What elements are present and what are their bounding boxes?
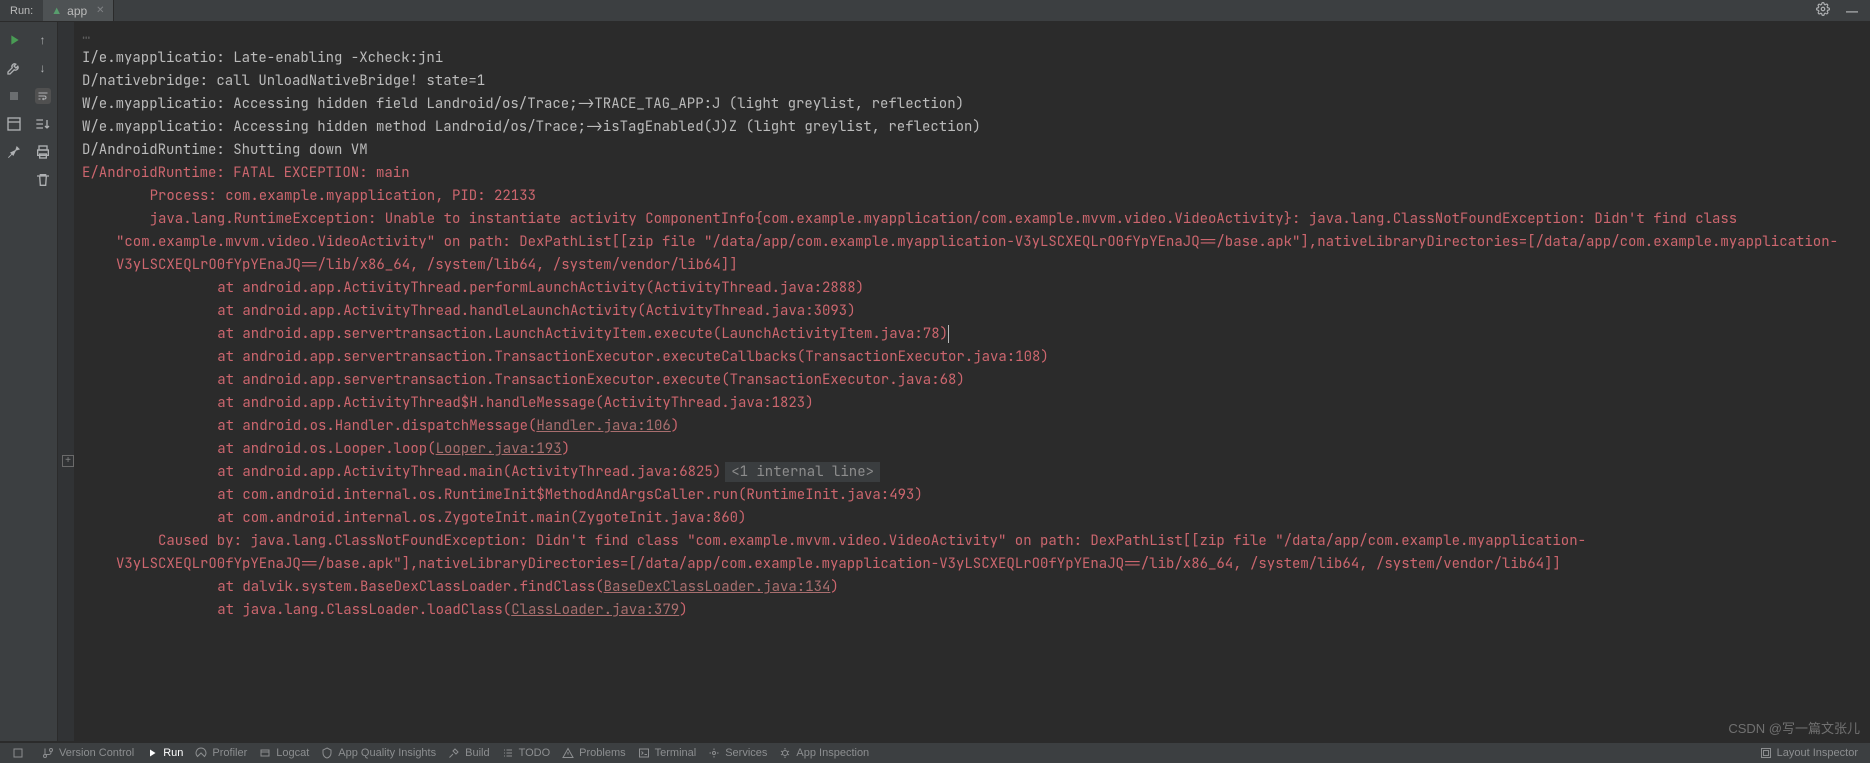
bottom-item-services[interactable]: Services — [702, 747, 773, 759]
run-panel-header: Run: ▲ app ✕ — — [0, 0, 1870, 22]
collapsed-frames-hint[interactable]: <1 internal line> — [725, 462, 880, 482]
log-line: at android.app.servertransaction.Transac… — [82, 346, 1862, 369]
log-line: W/e.myapplicatio: Accessing hidden field… — [82, 93, 1862, 116]
pin-icon[interactable] — [6, 144, 22, 160]
log-line: at com.android.internal.os.RuntimeInit$M… — [82, 484, 1862, 507]
tab-label: app — [67, 4, 87, 18]
fold-expand-icon[interactable]: + — [62, 455, 74, 467]
run-panel-body: ↑ ↓ …I/e.myapplicatio: Late-enabling -Xc… — [0, 22, 1870, 741]
log-line: W/e.myapplicatio: Accessing hidden metho… — [82, 116, 1862, 139]
log-line: D/AndroidRuntime: Shutting down VM — [82, 139, 1862, 162]
bottom-item-appinsp[interactable]: App Inspection — [773, 747, 875, 759]
bottom-item-todo[interactable]: TODO — [496, 747, 557, 759]
panel-title: Run: — [0, 5, 43, 17]
layout-icon[interactable] — [6, 116, 22, 132]
stacktrace-link[interactable]: Handler.java:106 — [536, 417, 670, 435]
log-line: at dalvik.system.BaseDexClassLoader.find… — [82, 576, 1862, 599]
bottom-tool-bar: Version ControlRunProfilerLogcatApp Qual… — [0, 742, 1870, 763]
log-line: at android.app.ActivityThread.performLau… — [82, 277, 1862, 300]
log-line: at android.os.Looper.loop(Looper.java:19… — [82, 438, 1862, 461]
bottom-item-aqi[interactable]: App Quality Insights — [315, 747, 442, 759]
bottom-item-terminal[interactable]: Terminal — [632, 747, 703, 759]
log-line: Caused by: java.lang.ClassNotFoundExcept… — [82, 530, 1862, 576]
android-icon: ▲ — [51, 5, 62, 17]
bottom-item-logcat[interactable]: Logcat — [253, 747, 315, 759]
bottom-layout-inspector[interactable]: Layout Inspector — [1754, 747, 1864, 759]
log-line: at android.app.servertransaction.Transac… — [82, 369, 1862, 392]
log-line: at com.android.internal.os.ZygoteInit.ma… — [82, 507, 1862, 530]
scroll-to-end-icon[interactable] — [35, 116, 51, 132]
bottom-item-profiler[interactable]: Profiler — [189, 747, 253, 759]
print-icon[interactable] — [35, 144, 51, 160]
run-tab-app[interactable]: ▲ app ✕ — [43, 0, 113, 21]
stacktrace-link[interactable]: Looper.java:193 — [436, 440, 562, 458]
bottom-item-build[interactable]: Build — [442, 747, 495, 759]
console-output[interactable]: …I/e.myapplicatio: Late-enabling -Xcheck… — [74, 22, 1870, 741]
bottom-item-run[interactable]: Run — [140, 747, 189, 759]
bottom-item-vcs[interactable]: Version Control — [36, 747, 140, 759]
down-icon[interactable]: ↓ — [35, 60, 51, 76]
stacktrace-link[interactable]: ClassLoader.java:379 — [511, 601, 679, 619]
bottom-item-problems[interactable]: Problems — [556, 747, 631, 759]
stop-icon[interactable] — [6, 88, 22, 104]
close-icon[interactable]: ✕ — [96, 5, 104, 16]
log-line: at android.app.servertransaction.LaunchA… — [82, 323, 1862, 346]
soft-wrap-icon[interactable] — [35, 88, 51, 104]
minimize-icon[interactable]: — — [1846, 4, 1858, 18]
left-toolbar-2: ↑ ↓ — [28, 22, 58, 741]
log-line: at android.app.ActivityThread.handleLaun… — [82, 300, 1862, 323]
bottom-right-label: Layout Inspector — [1777, 747, 1858, 759]
log-line: at android.app.ActivityThread$H.handleMe… — [82, 392, 1862, 415]
log-line: E/AndroidRuntime: FATAL EXCEPTION: main — [82, 162, 1862, 185]
log-line: I/e.myapplicatio: Late-enabling -Xcheck:… — [82, 47, 1862, 70]
log-line: at android.app.ActivityThread.main(Activ… — [82, 461, 1862, 484]
rerun-icon[interactable] — [6, 32, 22, 48]
stacktrace-link[interactable]: BaseDexClassLoader.java:134 — [604, 578, 831, 596]
log-line: java.lang.RuntimeException: Unable to in… — [82, 208, 1862, 277]
wrench-icon[interactable] — [6, 60, 22, 76]
left-toolbar-1 — [0, 22, 28, 741]
log-line: D/nativebridge: call UnloadNativeBridge!… — [82, 70, 1862, 93]
log-line: at java.lang.ClassLoader.loadClass(Class… — [82, 599, 1862, 622]
up-icon[interactable]: ↑ — [35, 32, 51, 48]
log-line: Process: com.example.myapplication, PID:… — [82, 185, 1862, 208]
bottom-corner-icon[interactable] — [6, 747, 30, 759]
watermark: CSDN @写一篇文张儿 — [1728, 718, 1860, 737]
log-line: … — [82, 24, 1862, 47]
log-line: at android.os.Handler.dispatchMessage(Ha… — [82, 415, 1862, 438]
fold-gutter — [58, 22, 74, 741]
trash-icon[interactable] — [35, 172, 51, 188]
gear-icon[interactable] — [1816, 2, 1830, 19]
